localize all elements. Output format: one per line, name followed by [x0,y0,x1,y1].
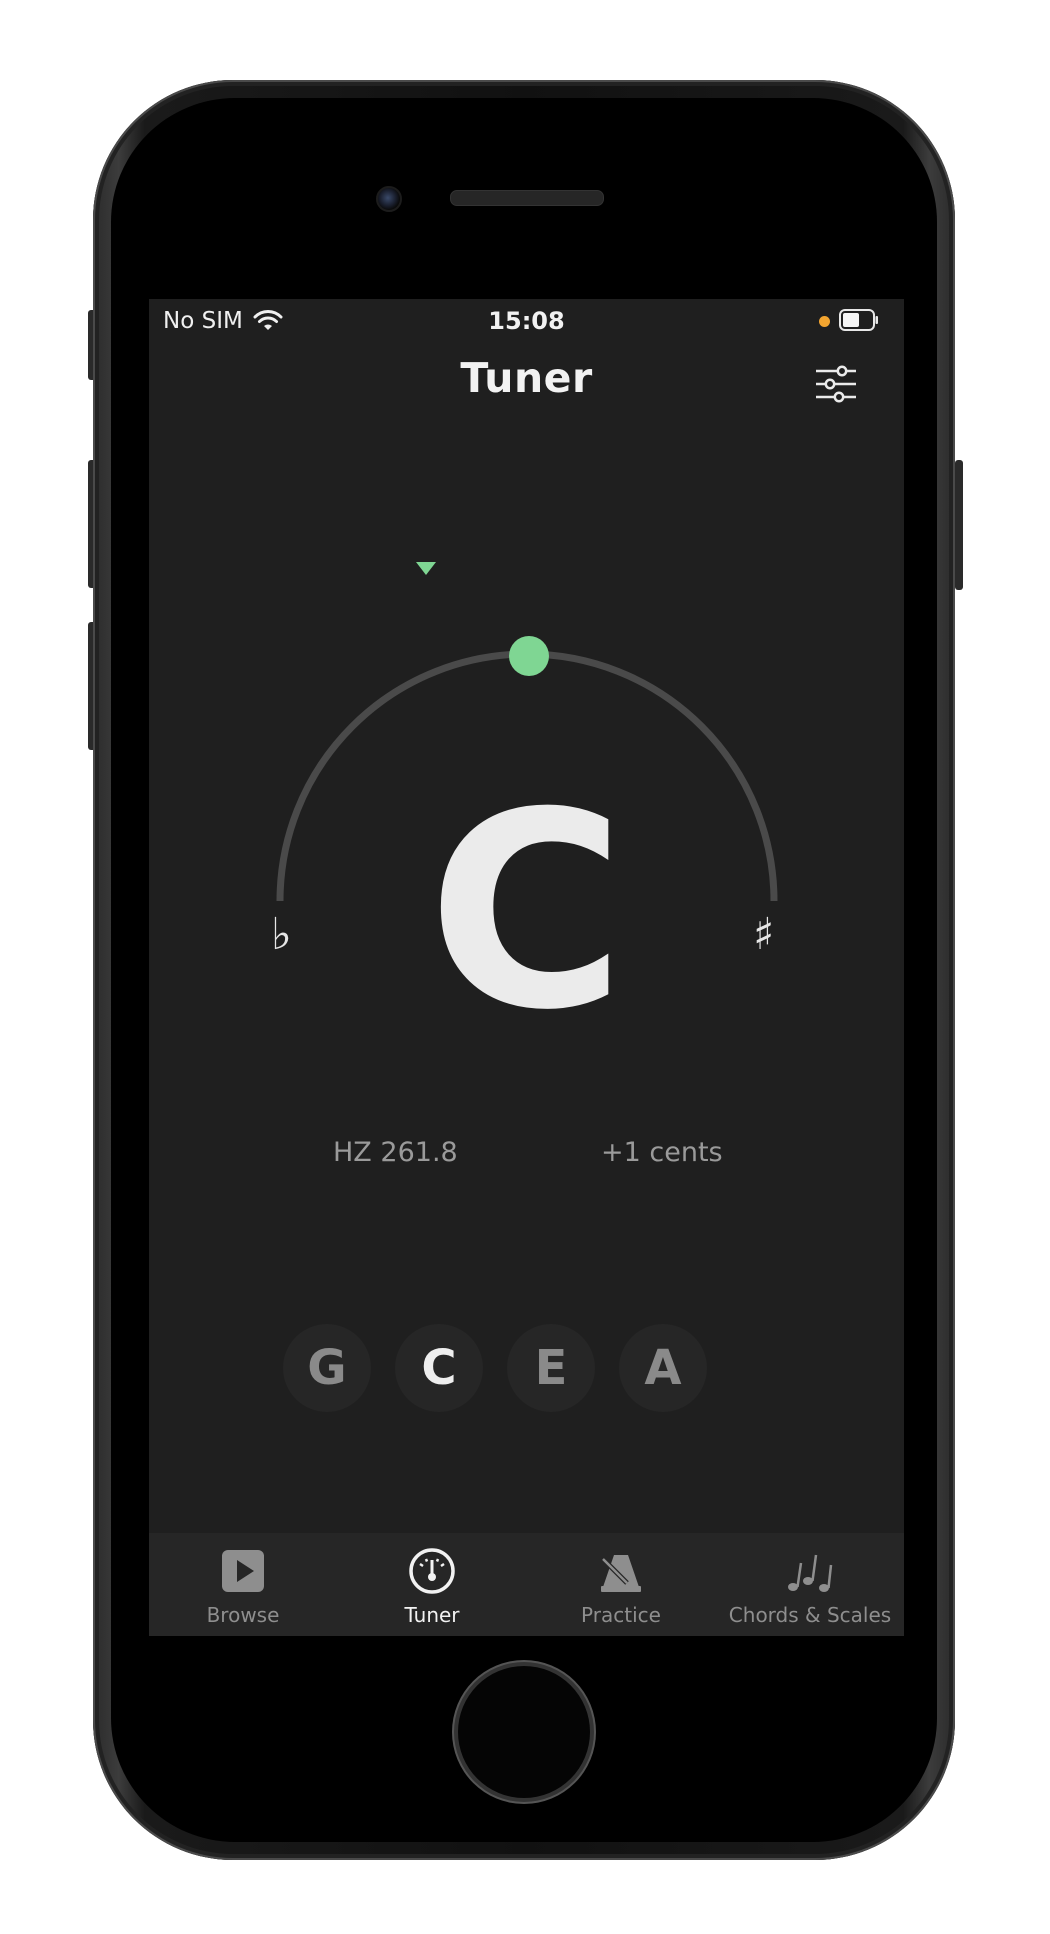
hz-value: 261.8 [380,1137,458,1168]
string-selector: G C E A [149,1324,904,1414]
tab-bar: Browse Tuner Practice Chords & Scales [149,1533,904,1636]
hz-label: HZ [333,1137,372,1168]
frequency-readout: HZ 261.8 [333,1137,458,1168]
target-pointer-icon [416,562,436,575]
tab-practice[interactable]: Practice [527,1533,715,1636]
app-screen: No SIM 15:08 Tuner ♭ ♯ C HZ 261.8 +1 cen… [149,299,904,1636]
cents-value: +1 [601,1137,641,1168]
tab-label-chords-scales: Chords & Scales [728,1603,892,1627]
tab-browse[interactable]: Browse [149,1533,337,1636]
tuner-gauge-icon [409,1548,455,1594]
front-camera [376,186,402,212]
string-button-c[interactable]: C [395,1324,483,1412]
tab-tuner[interactable]: Tuner [338,1533,526,1636]
tab-chords-scales[interactable]: Chords & Scales [716,1533,904,1636]
string-button-e[interactable]: E [507,1324,595,1412]
music-notes-icon [788,1554,833,1592]
power-button [955,460,963,590]
metronome-icon [601,1555,641,1592]
earpiece-speaker [450,190,604,206]
string-button-a[interactable]: A [619,1324,707,1412]
cents-readout: +1 cents [601,1137,723,1168]
detected-note: C [427,754,626,1069]
tab-label-practice: Practice [581,1603,661,1627]
tab-label-tuner: Tuner [404,1603,460,1627]
tab-label-browse: Browse [206,1603,280,1627]
play-square-icon [222,1550,264,1592]
string-button-g[interactable]: G [283,1324,371,1412]
home-button[interactable] [458,1666,590,1798]
cents-label: cents [649,1137,723,1168]
pitch-indicator-dot [509,636,549,676]
